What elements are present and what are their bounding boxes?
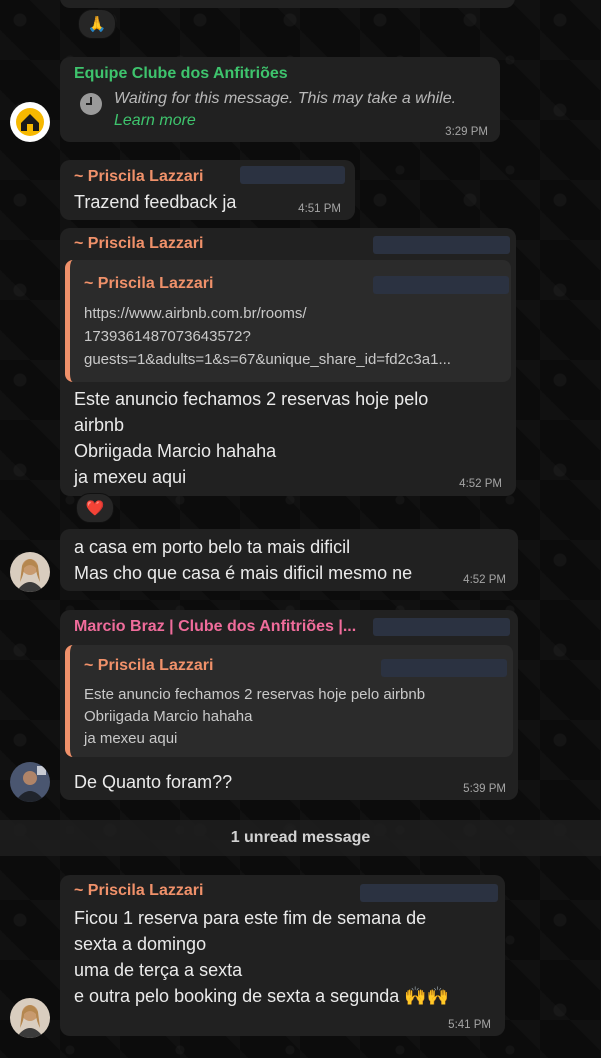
message-line: a casa em porto belo ta mais dificil bbox=[74, 537, 351, 557]
quoted-message[interactable]: ~ Priscila Lazzari Este anuncio fechamos… bbox=[65, 645, 513, 757]
message-time: 4:52 PM bbox=[463, 574, 506, 586]
phone-number-redacted bbox=[360, 884, 498, 902]
learn-more-link[interactable]: Learn more bbox=[114, 112, 196, 130]
reaction-heart[interactable]: ❤️ bbox=[76, 493, 114, 523]
profile-photo-icon bbox=[10, 552, 50, 592]
message-time: 4:51 PM bbox=[298, 203, 341, 215]
message-bubble-equipe[interactable]: Equipe Clube dos Anfitriões Waiting for … bbox=[60, 57, 500, 142]
sender-name[interactable]: ~ Priscila Lazzari bbox=[74, 168, 203, 186]
message-line: Ficou 1 reserva para este fim de semana … bbox=[74, 908, 427, 928]
quoted-sender-name: ~ Priscila Lazzari bbox=[84, 275, 214, 292]
message-line: Obriigada Marcio hahaha bbox=[74, 441, 277, 461]
message-bubble-priscila-1[interactable]: ~ Priscila Lazzari Trazend feedback ja 4… bbox=[60, 160, 355, 220]
quoted-line: guests=1&adults=1&s=67&unique_share_id=f… bbox=[84, 351, 451, 368]
message-line: Mas cho que casa é mais dificil mesmo ne bbox=[74, 563, 413, 583]
phone-number-redacted bbox=[381, 659, 507, 677]
phone-number-redacted bbox=[373, 618, 510, 636]
quoted-line: https://www.airbnb.com.br/rooms/ bbox=[84, 305, 307, 322]
profile-photo-icon bbox=[10, 998, 50, 1038]
avatar-marcio[interactable] bbox=[10, 762, 50, 802]
heart-emoji: ❤️ bbox=[85, 500, 105, 517]
quoted-line: Este anuncio fechamos 2 reservas hoje pe… bbox=[84, 686, 426, 703]
message-text: Trazend feedback ja bbox=[74, 192, 237, 212]
partial-message-bubble[interactable] bbox=[60, 0, 515, 8]
message-bubble-priscila-2[interactable]: ~ Priscila Lazzari ~ Priscila Lazzari ht… bbox=[60, 228, 516, 496]
quoted-line: 1739361487073643572? bbox=[84, 328, 251, 345]
sender-name[interactable]: ~ Priscila Lazzari bbox=[74, 235, 203, 253]
avatar-priscila[interactable] bbox=[10, 998, 50, 1038]
message-line: Este anuncio fechamos 2 reservas hoje pe… bbox=[74, 389, 429, 409]
quoted-message[interactable]: ~ Priscila Lazzari https://www.airbnb.co… bbox=[65, 260, 511, 382]
message-bubble-marcio[interactable]: Marcio Braz | Clube dos Anfitriões |... … bbox=[60, 610, 518, 800]
clock-icon bbox=[80, 93, 102, 115]
message-time: 4:52 PM bbox=[459, 478, 502, 490]
quoted-line: Obriigada Marcio hahaha bbox=[84, 708, 253, 725]
sender-name[interactable]: ~ Priscila Lazzari bbox=[74, 882, 203, 900]
message-time: 3:29 PM bbox=[445, 126, 488, 138]
reaction-pray[interactable]: 🙏 bbox=[78, 9, 116, 39]
unread-divider: 1 unread message bbox=[0, 820, 601, 856]
message-bubble-priscila-4[interactable]: ~ Priscila Lazzari Ficou 1 reserva para … bbox=[60, 875, 505, 1036]
quoted-line: ja mexeu aqui bbox=[84, 730, 178, 747]
message-line: sexta a domingo bbox=[74, 934, 207, 954]
phone-number-redacted bbox=[373, 236, 510, 254]
message-text: De Quanto foram?? bbox=[74, 772, 233, 792]
message-line: ja mexeu aqui bbox=[74, 467, 187, 487]
avatar-equipe-clube[interactable] bbox=[10, 102, 50, 142]
house-logo-icon bbox=[11, 103, 49, 141]
phone-number-redacted bbox=[373, 276, 509, 294]
sender-name[interactable]: Equipe Clube dos Anfitriões bbox=[74, 65, 288, 83]
message-bubble-priscila-3[interactable]: a casa em porto belo ta mais dificil Mas… bbox=[60, 529, 518, 591]
quoted-sender-name: ~ Priscila Lazzari bbox=[84, 657, 214, 674]
message-line: airbnb bbox=[74, 415, 125, 435]
profile-photo-icon bbox=[10, 762, 50, 802]
message-line: uma de terça a sexta bbox=[74, 960, 243, 980]
message-time: 5:41 PM bbox=[448, 1019, 491, 1031]
waiting-text: Waiting for this message. This may take … bbox=[114, 90, 457, 107]
pray-emoji: 🙏 bbox=[87, 16, 107, 33]
avatar-priscila[interactable] bbox=[10, 552, 50, 592]
sender-name[interactable]: Marcio Braz | Clube dos Anfitriões |... bbox=[74, 618, 356, 636]
phone-number-redacted bbox=[240, 166, 345, 184]
message-time: 5:39 PM bbox=[463, 783, 506, 795]
message-line: e outra pelo booking de sexta a segunda … bbox=[74, 986, 450, 1006]
